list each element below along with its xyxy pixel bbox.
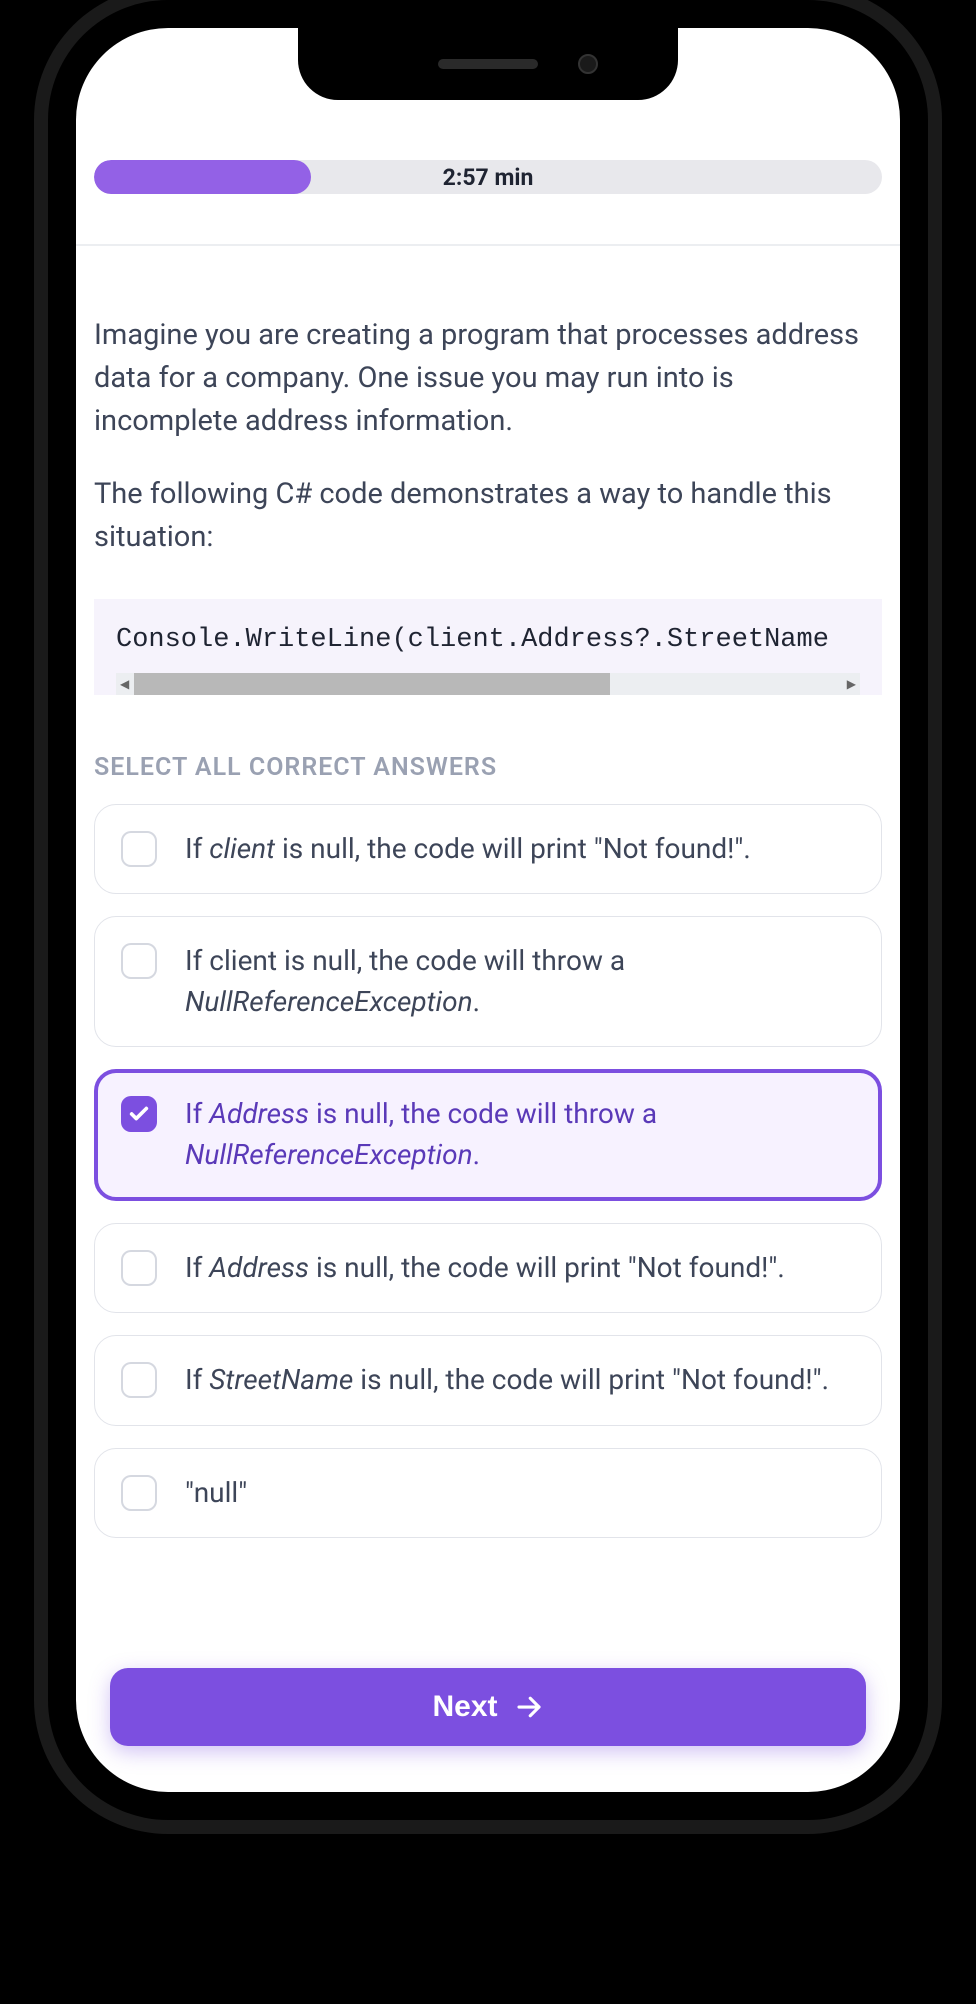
answer-text: If Address is null, the code will print … [185, 1248, 785, 1289]
answer-option[interactable]: "null" [94, 1448, 882, 1539]
answer-text: If client is null, the code will throw a… [185, 941, 855, 1022]
answer-option[interactable]: If StreetName is null, the code will pri… [94, 1335, 882, 1426]
progress-section: 2:57 min [76, 124, 900, 194]
next-button-wrap: Next [76, 1668, 900, 1746]
notch-camera [578, 54, 598, 74]
answer-option[interactable]: If client is null, the code will throw a… [94, 916, 882, 1047]
answer-option[interactable]: If Address is null, the code will print … [94, 1223, 882, 1314]
scroll-left-icon[interactable]: ◀ [120, 677, 129, 691]
question-text: Imagine you are creating a program that … [94, 314, 882, 559]
question-paragraph: Imagine you are creating a program that … [94, 314, 882, 443]
checkbox[interactable] [121, 1362, 157, 1398]
next-button-label: Next [432, 1690, 497, 1724]
checkbox[interactable] [121, 831, 157, 867]
phone-notch [298, 28, 678, 100]
instruction-label: SELECT ALL CORRECT ANSWERS [94, 753, 882, 782]
content-scroll[interactable]: Imagine you are creating a program that … [76, 246, 900, 1792]
answer-text: If client is null, the code will print "… [185, 829, 751, 870]
phone-screen: 2:57 min Imagine you are creating a prog… [76, 28, 900, 1792]
answer-option[interactable]: If client is null, the code will print "… [94, 804, 882, 895]
progress-fill [94, 160, 311, 194]
answer-text: If Address is null, the code will throw … [185, 1094, 855, 1175]
checkbox[interactable] [121, 943, 157, 979]
progress-track: 2:57 min [94, 160, 882, 194]
scrollbar-thumb[interactable] [134, 673, 610, 695]
scroll-right-icon[interactable]: ▶ [847, 677, 856, 691]
checkbox[interactable] [121, 1096, 157, 1132]
notch-speaker [438, 59, 538, 69]
answers-list: If client is null, the code will print "… [94, 804, 882, 1539]
next-button[interactable]: Next [110, 1668, 866, 1746]
answer-option[interactable]: If Address is null, the code will throw … [94, 1069, 882, 1200]
code-scrollbar[interactable]: ◀ ▶ [116, 673, 860, 695]
question-paragraph: The following C# code demonstrates a way… [94, 473, 882, 559]
checkbox[interactable] [121, 1250, 157, 1286]
app-root: 2:57 min Imagine you are creating a prog… [76, 28, 900, 1792]
check-icon [128, 1103, 150, 1125]
arrow-right-icon [514, 1692, 544, 1722]
code-text: Console.WriteLine(client.Address?.Street… [116, 625, 860, 673]
phone-frame: 2:57 min Imagine you are creating a prog… [48, 0, 928, 1820]
answer-text: "null" [185, 1473, 247, 1514]
answer-text: If StreetName is null, the code will pri… [185, 1360, 829, 1401]
checkbox[interactable] [121, 1475, 157, 1511]
timer-text: 2:57 min [443, 164, 534, 191]
code-block: Console.WriteLine(client.Address?.Street… [94, 599, 882, 695]
